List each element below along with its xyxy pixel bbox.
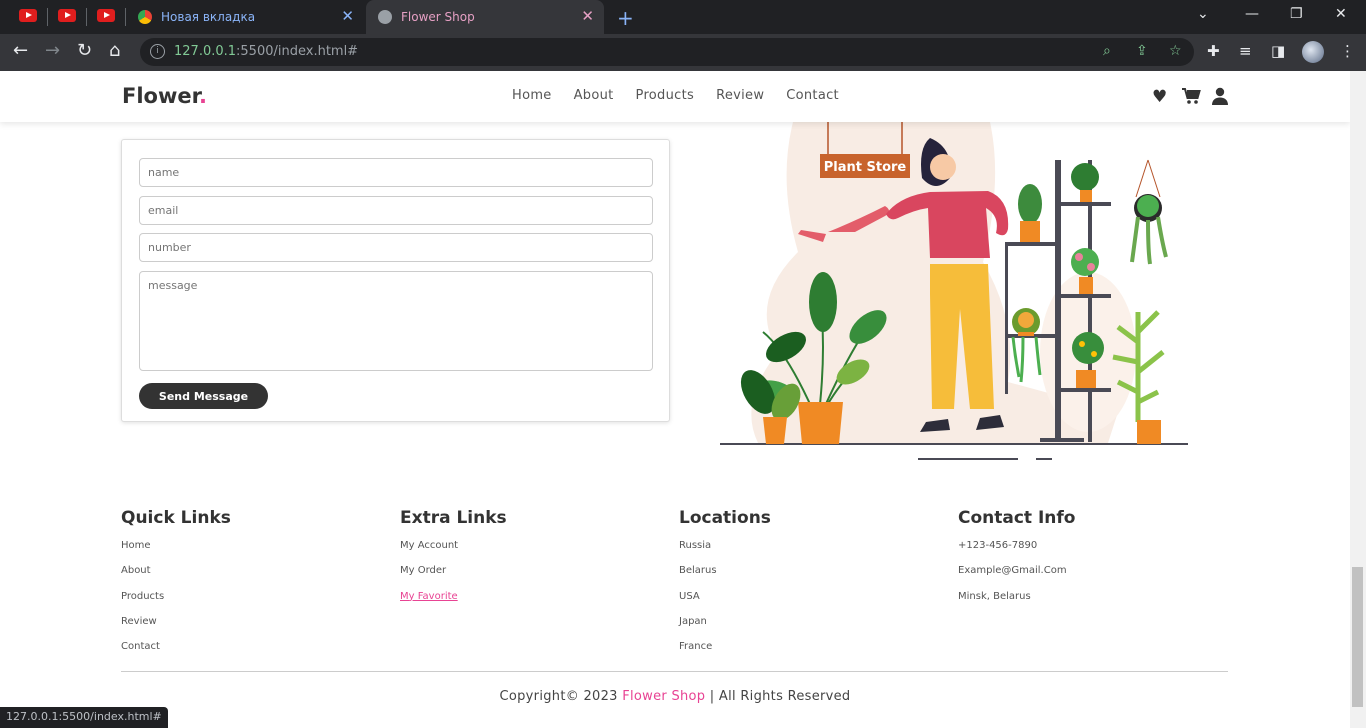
reading-list-icon[interactable]: ≡ bbox=[1239, 42, 1252, 60]
site-header: Flower. Home About Products Review Conta… bbox=[0, 71, 1350, 122]
footer-location-usa[interactable]: USA bbox=[679, 589, 771, 614]
close-tab-icon[interactable]: ✕ bbox=[581, 9, 594, 24]
close-tab-icon[interactable]: ✕ bbox=[341, 9, 354, 24]
back-arrow-icon[interactable]: ← bbox=[13, 41, 28, 61]
address-bar[interactable]: i 127.0.0.1:5500/index.html# ⌕ ⇪ ☆ bbox=[140, 38, 1194, 66]
close-window-icon[interactable]: ✕ bbox=[1335, 6, 1347, 22]
youtube-pinned-tab-icon[interactable] bbox=[97, 9, 115, 23]
tab-new-tab[interactable]: Новая вкладка ✕ bbox=[126, 0, 364, 34]
youtube-pinned-tab-icon[interactable] bbox=[19, 9, 37, 23]
nav-review[interactable]: Review bbox=[716, 88, 764, 103]
zoom-icon[interactable]: ⌕ bbox=[1103, 43, 1111, 59]
footer-quick-links: Quick Links Home About Products Review C… bbox=[121, 508, 231, 664]
footer-link-review[interactable]: Review bbox=[121, 614, 231, 639]
main-nav: Home About Products Review Contact bbox=[512, 88, 861, 103]
cart-icon[interactable] bbox=[1181, 87, 1201, 110]
footer-location-belarus[interactable]: Belarus bbox=[679, 563, 771, 588]
new-tab-icon[interactable]: + bbox=[617, 6, 634, 30]
footer-link-my-favorite[interactable]: My Favorite bbox=[400, 589, 507, 614]
extra-links-heading: Extra Links bbox=[400, 508, 507, 528]
nav-products[interactable]: Products bbox=[636, 88, 695, 103]
quick-links-heading: Quick Links bbox=[121, 508, 231, 528]
site-logo[interactable]: Flower. bbox=[122, 84, 207, 108]
browser-toolbar: ← → ↻ ⌂ i 127.0.0.1:5500/index.html# ⌕ ⇪… bbox=[0, 34, 1366, 71]
minimize-icon[interactable]: — bbox=[1245, 6, 1259, 22]
site-info-icon[interactable]: i bbox=[150, 44, 165, 59]
tab-separator bbox=[47, 8, 48, 26]
footer-locations: Locations Russia Belarus USA Japan Franc… bbox=[679, 508, 771, 664]
tab-separator bbox=[86, 8, 87, 26]
email-input[interactable] bbox=[139, 196, 653, 225]
youtube-pinned-tab-icon[interactable] bbox=[58, 9, 76, 23]
tab-flower-shop[interactable]: Flower Shop ✕ bbox=[366, 0, 604, 34]
nav-about[interactable]: About bbox=[574, 88, 614, 103]
bookmark-star-icon[interactable]: ☆ bbox=[1169, 43, 1182, 59]
home-icon[interactable]: ⌂ bbox=[109, 41, 120, 61]
plant-store-illustration: Plant Store bbox=[720, 122, 1188, 460]
web-page: Flower. Home About Products Review Conta… bbox=[0, 71, 1350, 728]
tab-title: Flower Shop bbox=[401, 10, 475, 24]
tab-search-chevron-icon[interactable]: ⌄ bbox=[1197, 6, 1209, 22]
footer-link-my-account[interactable]: My Account bbox=[400, 538, 507, 563]
footer-location-japan[interactable]: Japan bbox=[679, 614, 771, 639]
footer-link-products[interactable]: Products bbox=[121, 589, 231, 614]
footer-extra-links: Extra Links My Account My Order My Favor… bbox=[400, 508, 507, 614]
message-textarea[interactable] bbox=[139, 271, 653, 371]
footer-location-france[interactable]: France bbox=[679, 639, 771, 664]
locations-heading: Locations bbox=[679, 508, 771, 528]
reload-icon[interactable]: ↻ bbox=[77, 41, 92, 61]
number-input[interactable] bbox=[139, 233, 653, 262]
link-status-bar: 127.0.0.1:5500/index.html# bbox=[0, 707, 168, 728]
footer-phone[interactable]: +123-456-7890 bbox=[958, 538, 1075, 563]
browser-menu-icon[interactable]: ⋮ bbox=[1340, 42, 1355, 60]
name-input[interactable] bbox=[139, 158, 653, 187]
chrome-icon bbox=[138, 10, 152, 24]
footer-address[interactable]: Minsk, Belarus bbox=[958, 589, 1075, 614]
share-icon[interactable]: ⇪ bbox=[1136, 43, 1148, 59]
footer-link-about[interactable]: About bbox=[121, 563, 231, 588]
nav-contact[interactable]: Contact bbox=[786, 88, 839, 103]
page-scrollbar-thumb[interactable] bbox=[1352, 567, 1363, 707]
profile-avatar[interactable] bbox=[1302, 41, 1324, 63]
sign-text: Plant Store bbox=[824, 160, 907, 175]
footer-email[interactable]: Example@Gmail.Com bbox=[958, 563, 1075, 588]
footer-location-russia[interactable]: Russia bbox=[679, 538, 771, 563]
footer-link-my-order[interactable]: My Order bbox=[400, 563, 507, 588]
tab-title: Новая вкладка bbox=[161, 10, 256, 24]
globe-icon bbox=[378, 10, 392, 24]
footer-link-home[interactable]: Home bbox=[121, 538, 231, 563]
forward-arrow-icon[interactable]: → bbox=[45, 41, 60, 61]
browser-tab-strip: Новая вкладка ✕ Flower Shop ✕ + ⌄ — ❐ ✕ bbox=[0, 0, 1366, 34]
side-panel-icon[interactable]: ◨ bbox=[1271, 42, 1285, 60]
footer-divider bbox=[121, 671, 1228, 672]
address-url[interactable]: 127.0.0.1:5500/index.html# bbox=[174, 44, 358, 59]
copyright-brand: Flower Shop bbox=[622, 689, 706, 704]
contact-form: Send Message bbox=[121, 139, 670, 422]
footer-link-contact[interactable]: Contact bbox=[121, 639, 231, 664]
restore-icon[interactable]: ❐ bbox=[1290, 6, 1303, 22]
nav-home[interactable]: Home bbox=[512, 88, 552, 103]
extensions-puzzle-icon[interactable]: ✚ bbox=[1207, 42, 1220, 60]
contact-info-heading: Contact Info bbox=[958, 508, 1076, 528]
user-icon[interactable] bbox=[1212, 87, 1228, 110]
copyright-text: Copyright© 2023 Flower Shop | All Rights… bbox=[499, 689, 851, 704]
send-message-button[interactable]: Send Message bbox=[139, 383, 268, 409]
footer-contact-info: Contact Info +123-456-7890 Example@Gmail… bbox=[958, 508, 1075, 614]
heart-icon[interactable]: ♥ bbox=[1152, 87, 1167, 107]
